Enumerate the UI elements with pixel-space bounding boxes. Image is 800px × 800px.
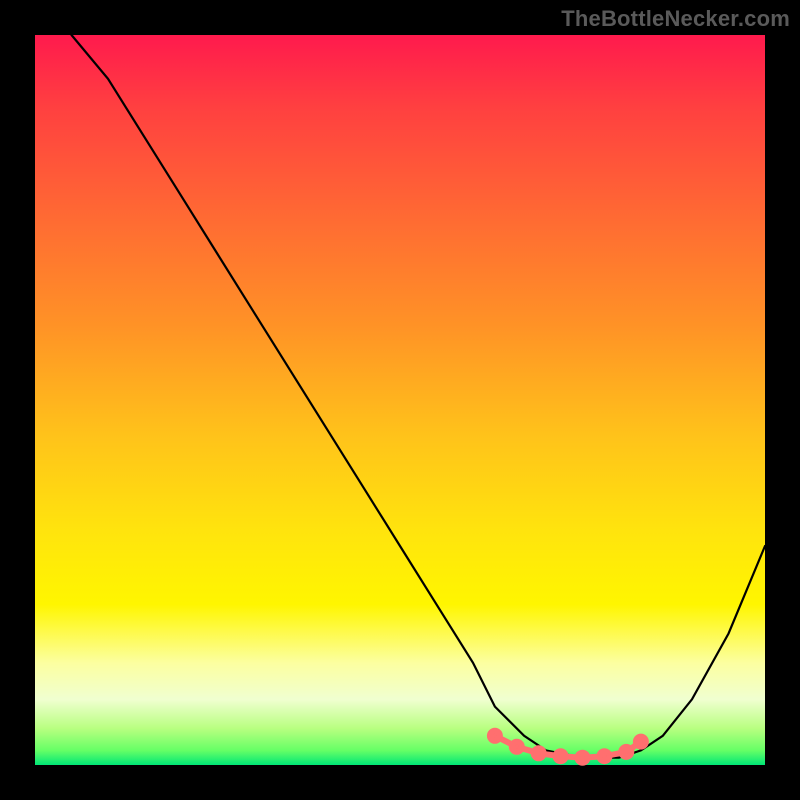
optimal-range-point [621, 747, 631, 757]
optimal-range [490, 731, 646, 763]
optimal-range-point [534, 748, 544, 758]
optimal-range-point [556, 751, 566, 761]
watermark-text: TheBottleNecker.com [561, 6, 790, 32]
optimal-range-point [578, 753, 588, 763]
optimal-range-point [636, 737, 646, 747]
chart-stage: TheBottleNecker.com [0, 0, 800, 800]
optimal-range-point [599, 751, 609, 761]
bottleneck-curve [72, 35, 766, 758]
optimal-range-point [490, 731, 500, 741]
optimal-range-point [512, 742, 522, 752]
chart-svg [35, 35, 765, 765]
